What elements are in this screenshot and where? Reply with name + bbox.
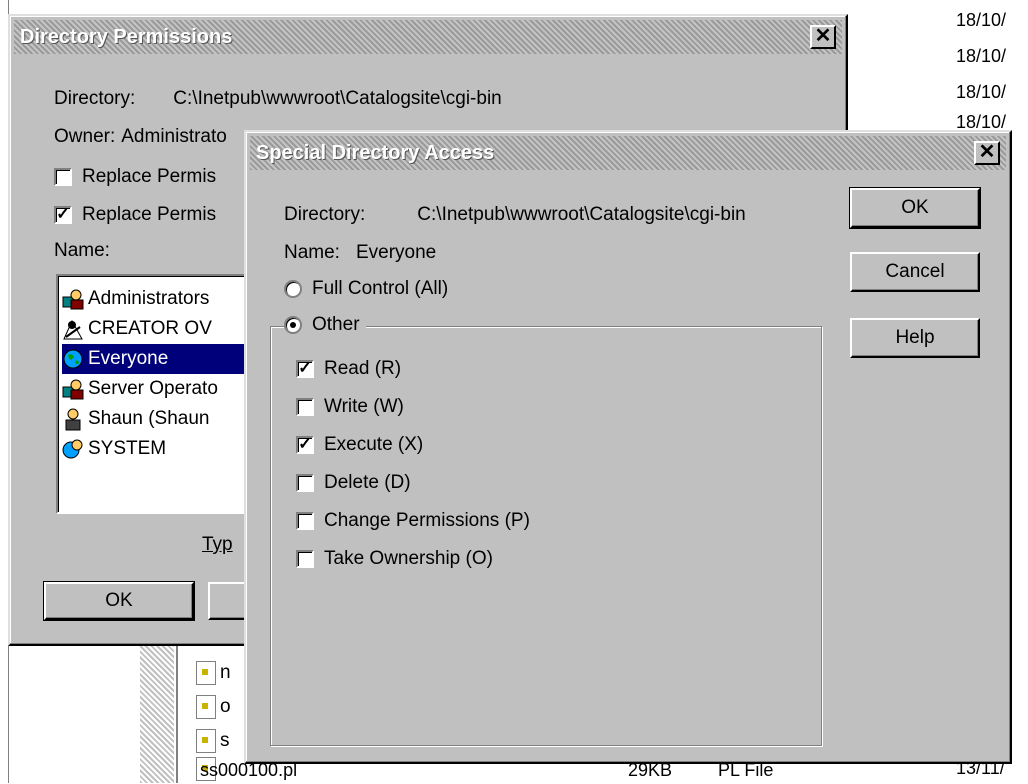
permission-read-checkbox[interactable]: ✓ Read (R) — [296, 358, 401, 380]
checkbox[interactable]: ✓ — [296, 436, 314, 454]
owner-value: Administrato — [121, 126, 227, 147]
full-control-radio[interactable]: Full Control (All) — [284, 278, 448, 300]
permission-write-checkbox[interactable]: Write (W) — [296, 396, 404, 418]
checkbox[interactable] — [296, 398, 314, 416]
permission-delete-checkbox[interactable]: Delete (D) — [296, 472, 411, 494]
checkbox-label: Replace Permis — [82, 166, 217, 187]
user-name: SYSTEM — [88, 438, 167, 459]
file-icon — [196, 661, 216, 685]
dialog-titlebar[interactable]: Special Directory Access ✕ — [250, 136, 1006, 170]
permission-change-checkbox[interactable]: Change Permissions (P) — [296, 510, 530, 532]
directory-path: C:\Inetpub\wwwroot\Catalogsite\cgi-bin — [173, 88, 502, 109]
checkbox[interactable] — [296, 512, 314, 530]
other-radio[interactable]: Other — [284, 314, 366, 336]
checkbox[interactable] — [296, 550, 314, 568]
name-row: Name: Everyone — [284, 242, 436, 264]
permission-execute-checkbox[interactable]: ✓ Execute (X) — [296, 434, 423, 456]
help-button-label: Help — [895, 327, 935, 348]
checkbox-label: Replace Permis — [82, 204, 217, 225]
owner-row: Owner: Administrato — [54, 126, 227, 148]
checkbox[interactable] — [54, 168, 72, 186]
date-cell: 18/10/ — [956, 10, 1007, 30]
ok-button[interactable]: OK — [849, 187, 981, 229]
file-row[interactable]: o — [196, 692, 231, 722]
user-name: Everyone — [88, 348, 169, 369]
checkbox-label: Write (W) — [324, 396, 404, 417]
file-row[interactable]: n — [196, 658, 231, 688]
radio-label: Other — [312, 314, 360, 335]
checkbox[interactable]: ✓ — [54, 206, 72, 224]
checkbox[interactable]: ✓ — [296, 360, 314, 378]
cancel-button-label: Cancel — [885, 261, 945, 282]
ok-button[interactable]: OK — [43, 581, 195, 621]
checkbox-label: Read (R) — [324, 358, 402, 379]
checkbox-label: Execute (X) — [324, 434, 424, 455]
type-of-access-label: Typ — [202, 534, 233, 556]
creator-owner-icon — [63, 319, 83, 340]
user-name: Administrators — [88, 288, 210, 309]
user-icon — [65, 408, 81, 431]
radio-button[interactable] — [284, 280, 302, 298]
name-label-row: Name: — [54, 240, 110, 262]
checkbox[interactable] — [296, 474, 314, 492]
dialog-titlebar[interactable]: Directory Permissions ✕ — [14, 20, 842, 54]
system-icon — [62, 439, 83, 459]
type-label: Typ — [202, 534, 233, 555]
other-permissions-group — [270, 326, 822, 746]
help-button[interactable]: Help — [850, 318, 980, 358]
user-name: Server Operato — [88, 378, 218, 399]
directory-label: Directory: — [54, 88, 136, 109]
file-icon — [196, 695, 216, 719]
checkbox-label: Delete (D) — [324, 472, 411, 493]
directory-label: Directory: — [284, 204, 366, 225]
dialog-title: Special Directory Access — [256, 141, 495, 164]
name-label: Name: — [54, 240, 110, 261]
close-icon[interactable]: ✕ — [810, 25, 836, 49]
directory-path: C:\Inetpub\wwwroot\Catalogsite\cgi-bin — [417, 204, 746, 225]
replace-subdirs-checkbox[interactable]: Replace Permis — [54, 166, 216, 188]
radio-button[interactable] — [284, 316, 302, 334]
name-value: Everyone — [355, 242, 437, 263]
file-icon — [196, 729, 216, 753]
user-name: CREATOR OV — [88, 318, 212, 339]
globe-icon — [63, 349, 83, 369]
name-label: Name: — [284, 242, 340, 263]
background-scrollbar[interactable] — [140, 630, 174, 783]
dialog-title: Directory Permissions — [20, 25, 233, 48]
directory-row: Directory: C:\Inetpub\wwwroot\Catalogsit… — [54, 88, 502, 110]
group-icon — [62, 289, 84, 310]
checkbox-label: Change Permissions (P) — [324, 510, 530, 531]
group-icon — [62, 379, 84, 400]
ok-button-label: OK — [105, 590, 133, 611]
checkbox-label: Take Ownership (O) — [324, 548, 493, 569]
special-directory-access-dialog: Special Directory Access ✕ Directory: C:… — [244, 130, 1012, 764]
date-cell: 18/10/ — [956, 46, 1007, 66]
date-cell: 18/10/ — [956, 82, 1007, 102]
permission-ownership-checkbox[interactable]: Take Ownership (O) — [296, 548, 493, 570]
ok-button-label: OK — [901, 197, 929, 218]
owner-label: Owner: — [54, 126, 116, 147]
cancel-button[interactable]: Cancel — [850, 252, 980, 292]
replace-files-checkbox[interactable]: ✓ Replace Permis — [54, 204, 216, 226]
close-icon[interactable]: ✕ — [974, 141, 1000, 165]
user-name: Shaun (Shaun — [88, 408, 210, 429]
directory-row: Directory: C:\Inetpub\wwwroot\Catalogsit… — [284, 204, 746, 226]
file-row[interactable]: s — [196, 726, 230, 756]
radio-label: Full Control (All) — [312, 278, 449, 299]
